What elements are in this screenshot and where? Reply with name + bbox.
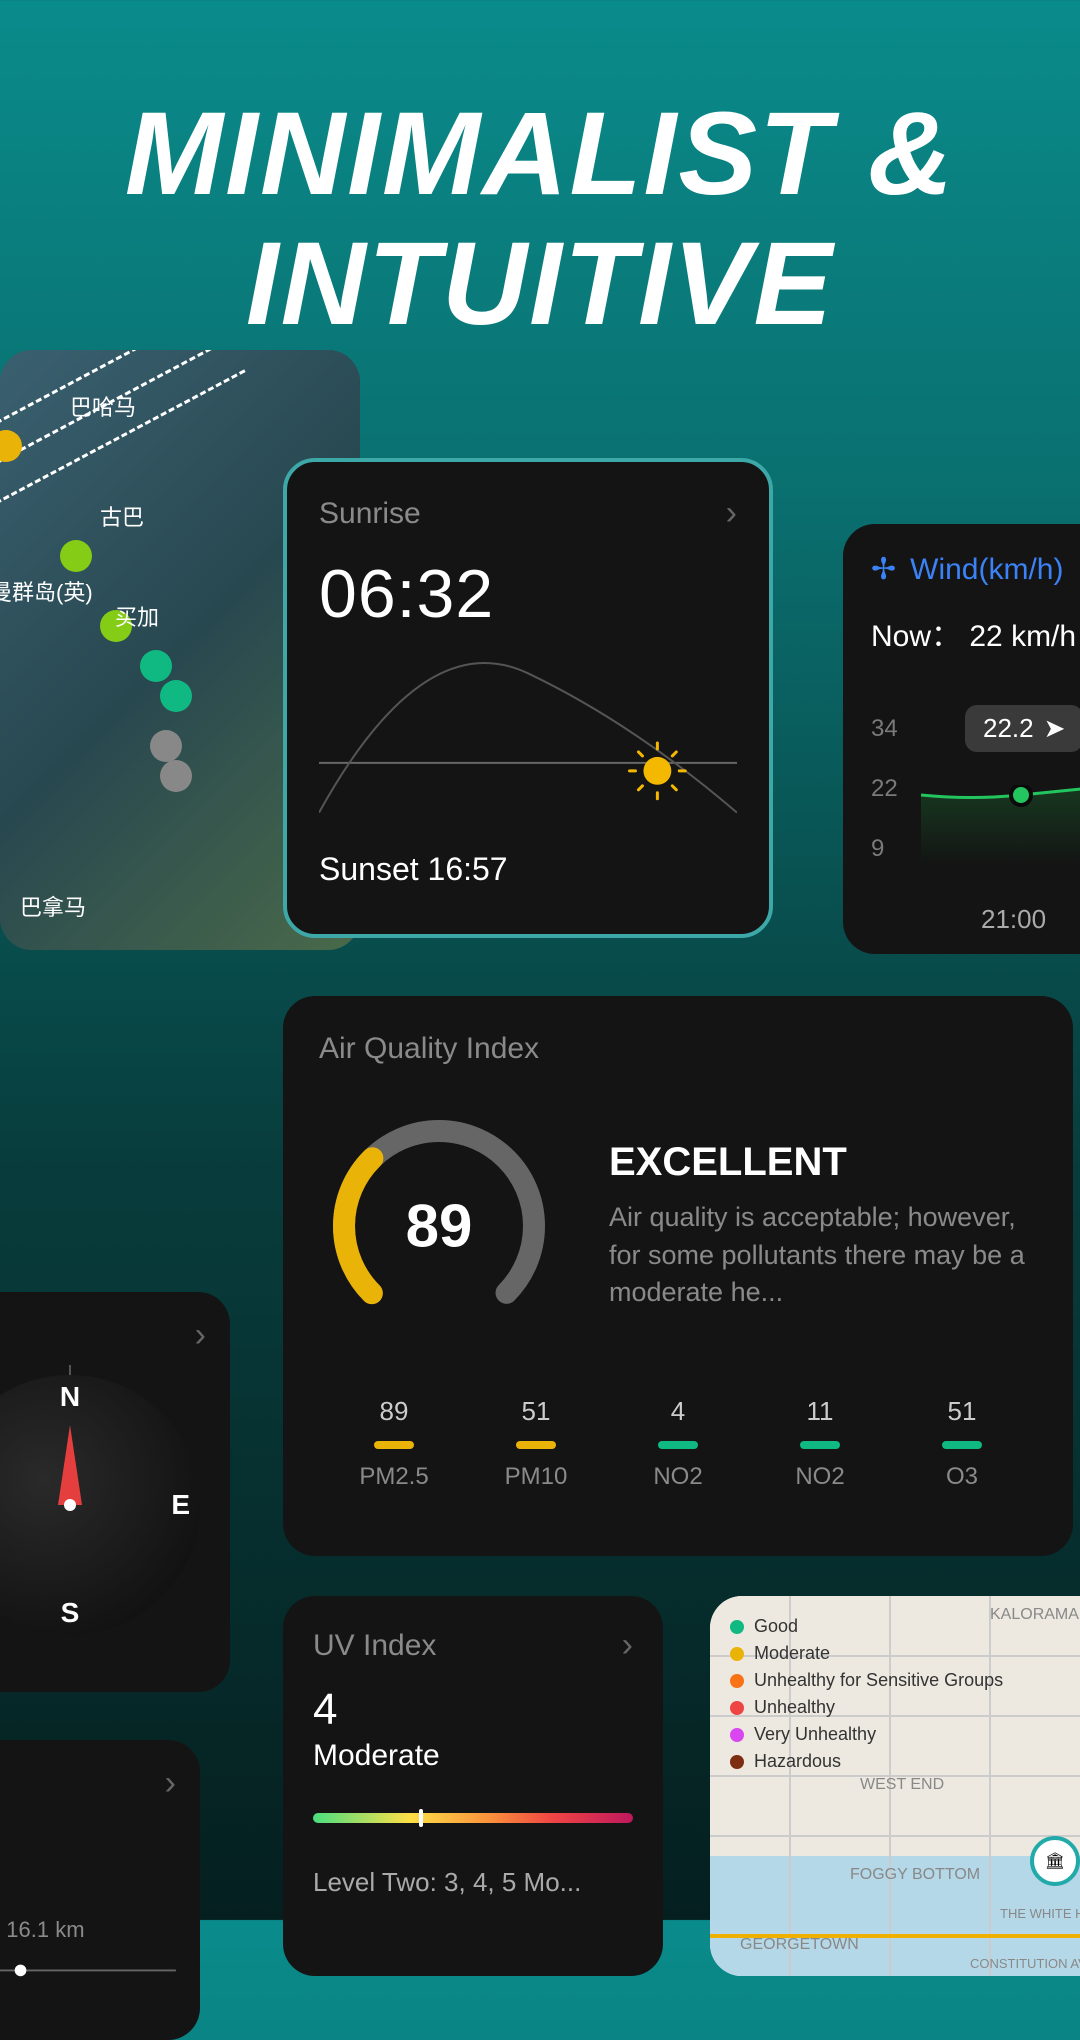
pollutant-value: 4 <box>607 1396 749 1427</box>
wind-title: Wind(km/h) <box>910 553 1063 587</box>
wind-now-value: 22 km/h <box>969 620 1076 653</box>
visibility-card[interactable]: y › m 16.1 km 16.1 km <box>0 1740 200 2040</box>
uv-gradient-bar <box>313 1813 633 1823</box>
chevron-right-icon: › <box>165 1764 176 1803</box>
uv-card[interactable]: UV Index › 4 Moderate Level Two: 3, 4, 5… <box>283 1596 663 1976</box>
pollutant-value: 51 <box>891 1396 1033 1427</box>
legend-very-unhealthy: Very Unhealthy <box>754 1724 876 1745</box>
city-whitehouse: THE WHITE HOUSE <box>1000 1906 1080 1921</box>
wind-y-34: 34 <box>871 715 898 743</box>
uv-note: Level Two: 3, 4, 5 Mo... <box>313 1867 633 1898</box>
wind-tooltip: 22.2 ➤ <box>965 705 1080 752</box>
pollutant-value: 51 <box>465 1396 607 1427</box>
city-constitution: CONSTITUTION AVE NW <box>970 1956 1080 1971</box>
legend-hazardous: Hazardous <box>754 1751 841 1772</box>
legend-moderate: Moderate <box>754 1643 830 1664</box>
headline-line-2: INTUITIVE <box>0 220 1080 350</box>
pollutant-pm10: 51 PM10 <box>465 1396 607 1491</box>
pollutant-pm25: 89 PM2.5 <box>323 1396 465 1491</box>
city-georgetown: GEORGETOWN <box>740 1936 859 1954</box>
compass-n: N <box>60 1381 80 1413</box>
pollutant-name: PM2.5 <box>323 1463 465 1491</box>
uv-value: 4 <box>313 1685 633 1735</box>
pollutant-value: 11 <box>749 1396 891 1427</box>
chevron-right-icon: › <box>726 494 737 533</box>
sunrise-time: 06:32 <box>319 555 737 633</box>
headline: MINIMALIST & INTUITIVE <box>0 0 1080 350</box>
map-label-panama: 巴拿马 <box>20 890 86 922</box>
pollutant-name: NO2 <box>607 1463 749 1491</box>
aqi-description: Air quality is acceptable; however, for … <box>609 1199 1037 1312</box>
headline-line-1: MINIMALIST & <box>0 90 1080 220</box>
aqi-gauge: 89 <box>319 1106 559 1346</box>
aqi-value: 89 <box>406 1192 473 1261</box>
wind-card[interactable]: ✢ Wind(km/h) Now： 22 km/h 34 22 9 22.2 ➤… <box>843 524 1080 954</box>
wind-y-9: 9 <box>871 835 884 863</box>
chevron-right-icon: › <box>195 1316 206 1355</box>
compass-card[interactable]: › N E S <box>0 1292 230 1692</box>
wind-x-2100: 21:00 <box>981 904 1046 935</box>
uv-title: UV Index <box>313 1629 436 1663</box>
uv-marker <box>419 1809 423 1827</box>
chevron-right-icon: › <box>622 1626 633 1665</box>
visibility-sparkline <box>0 1951 176 1990</box>
pollutant-no2-b: 11 NO2 <box>749 1396 891 1491</box>
white-house-marker-icon: 🏛 <box>1030 1836 1080 1886</box>
compass-dial: N E S <box>0 1375 200 1635</box>
city-westend: WEST END <box>860 1776 944 1794</box>
map-label-jamaica: 买加 <box>115 600 159 632</box>
pollutant-name: O3 <box>891 1463 1033 1491</box>
partial-m: m <box>0 1833 176 1867</box>
compass-e: E <box>171 1489 190 1521</box>
pollutant-value: 89 <box>323 1396 465 1427</box>
aqi-status: EXCELLENT <box>609 1140 1037 1185</box>
legend-good: Good <box>754 1616 798 1637</box>
sunrise-graph <box>319 643 737 843</box>
sunrise-card[interactable]: Sunrise › 06:32 Sunset 16:57 <box>283 458 773 938</box>
city-foggy: FOGGY BOTTOM <box>850 1866 980 1884</box>
aqi-card[interactable]: Air Quality Index 89 EXCELLENT Air quali… <box>283 996 1073 1556</box>
pollutant-name: PM10 <box>465 1463 607 1491</box>
legend-unhealthy: Unhealthy <box>754 1697 835 1718</box>
legend-usg: Unhealthy for Sensitive Groups <box>754 1670 1003 1691</box>
pollutant-no2-a: 4 NO2 <box>607 1396 749 1491</box>
city-map-card[interactable]: Good Moderate Unhealthy for Sensitive Gr… <box>710 1596 1080 1976</box>
wind-tooltip-value: 22.2 <box>983 713 1034 744</box>
map-label-bahamas: 巴哈马 <box>70 390 136 422</box>
city-kalorama: KALORAMA <box>990 1606 1079 1624</box>
wind-y-22: 22 <box>871 775 898 803</box>
uv-level: Moderate <box>313 1739 633 1773</box>
pollutant-o3: 51 O3 <box>891 1396 1033 1491</box>
wind-now-label: Now： <box>871 620 961 653</box>
map-label-cuba: 古巴 <box>100 500 144 532</box>
aqi-pollutants: 89 PM2.5 51 PM10 4 NO2 11 NO2 51 O3 <box>319 1396 1037 1491</box>
wind-icon: ✢ <box>871 552 896 587</box>
map-legend: Good Moderate Unhealthy for Sensitive Gr… <box>730 1616 1003 1778</box>
map-label-cayman: 曼群岛(英) <box>0 575 93 607</box>
compass-s: S <box>61 1597 80 1629</box>
sunset-label: Sunset 16:57 <box>319 851 737 888</box>
pollutant-name: NO2 <box>749 1463 891 1491</box>
aqi-title: Air Quality Index <box>319 1032 1037 1066</box>
sunrise-title: Sunrise <box>319 497 421 531</box>
wind-chart: 34 22 9 22.2 ➤ 21:00 <box>871 675 1080 935</box>
compass-needle-icon <box>58 1425 82 1505</box>
arrow-icon: ➤ <box>1044 713 1066 744</box>
visibility-val-2: 16.1 km <box>6 1917 84 1943</box>
